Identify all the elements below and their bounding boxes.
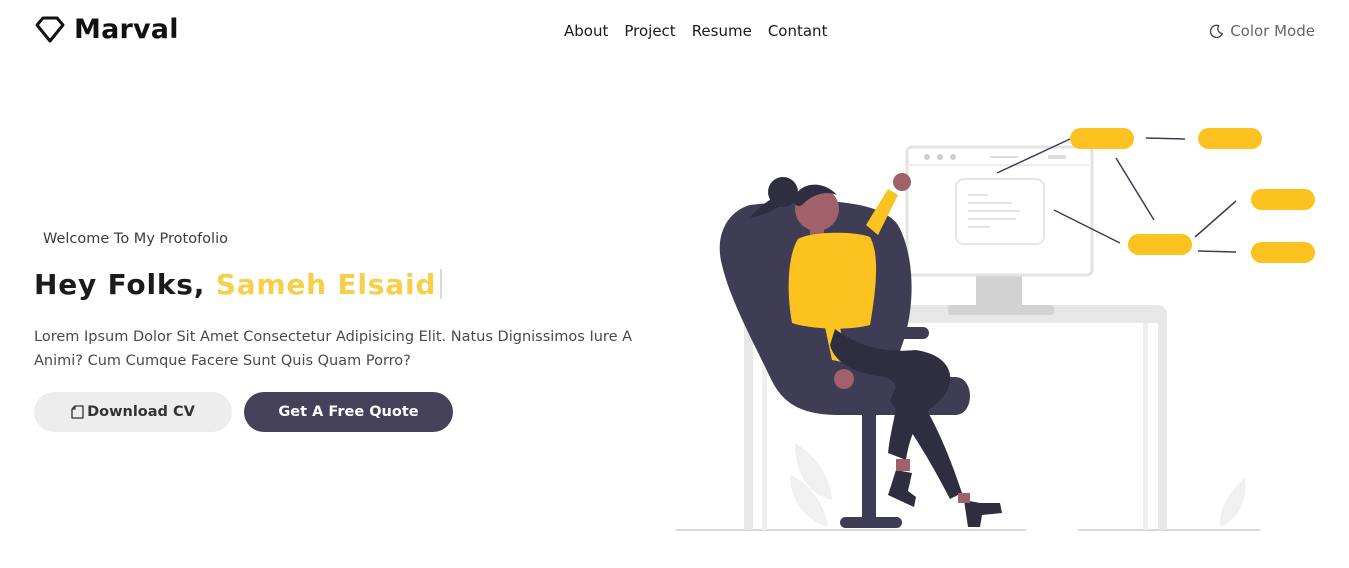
nav-link-about[interactable]: About: [564, 22, 608, 40]
hero-description: Lorem Ipsum Dolor Sit Amet Consectetur A…: [34, 329, 633, 369]
get-quote-button[interactable]: Get A Free Quote: [244, 392, 453, 432]
nav-link-resume[interactable]: Resume: [692, 22, 752, 40]
color-mode-toggle[interactable]: Color Mode: [1209, 22, 1315, 40]
nav-menu: About Project Resume Contant: [564, 22, 827, 41]
greeting-text: Hey Folks,: [34, 268, 206, 301]
typed-name: Sameh Elsaid: [215, 268, 437, 301]
download-cv-button[interactable]: Download CV: [34, 392, 232, 432]
file-icon: [71, 405, 84, 419]
navbar: Marval About Project Resume Contant Colo…: [0, 0, 1349, 66]
welcome-text: Welcome To My Protofolio: [43, 231, 228, 247]
brand-logo[interactable]: Marval: [34, 14, 179, 45]
woman-at-desk-illustration: [676, 128, 1315, 531]
diamond-icon: [34, 16, 66, 44]
moon-icon: [1209, 24, 1224, 39]
nav-link-project[interactable]: Project: [624, 22, 675, 40]
typing-cursor: [440, 269, 443, 299]
nav-link-contant[interactable]: Contant: [768, 22, 828, 40]
download-cv-label: Download CV: [87, 404, 195, 420]
hero-headline: Hey Folks, Sameh Elsaid: [34, 268, 443, 301]
brand-name: Marval: [74, 14, 179, 45]
page: Marval About Project Resume Contant Colo…: [0, 0, 1349, 568]
color-mode-label: Color Mode: [1230, 22, 1315, 40]
